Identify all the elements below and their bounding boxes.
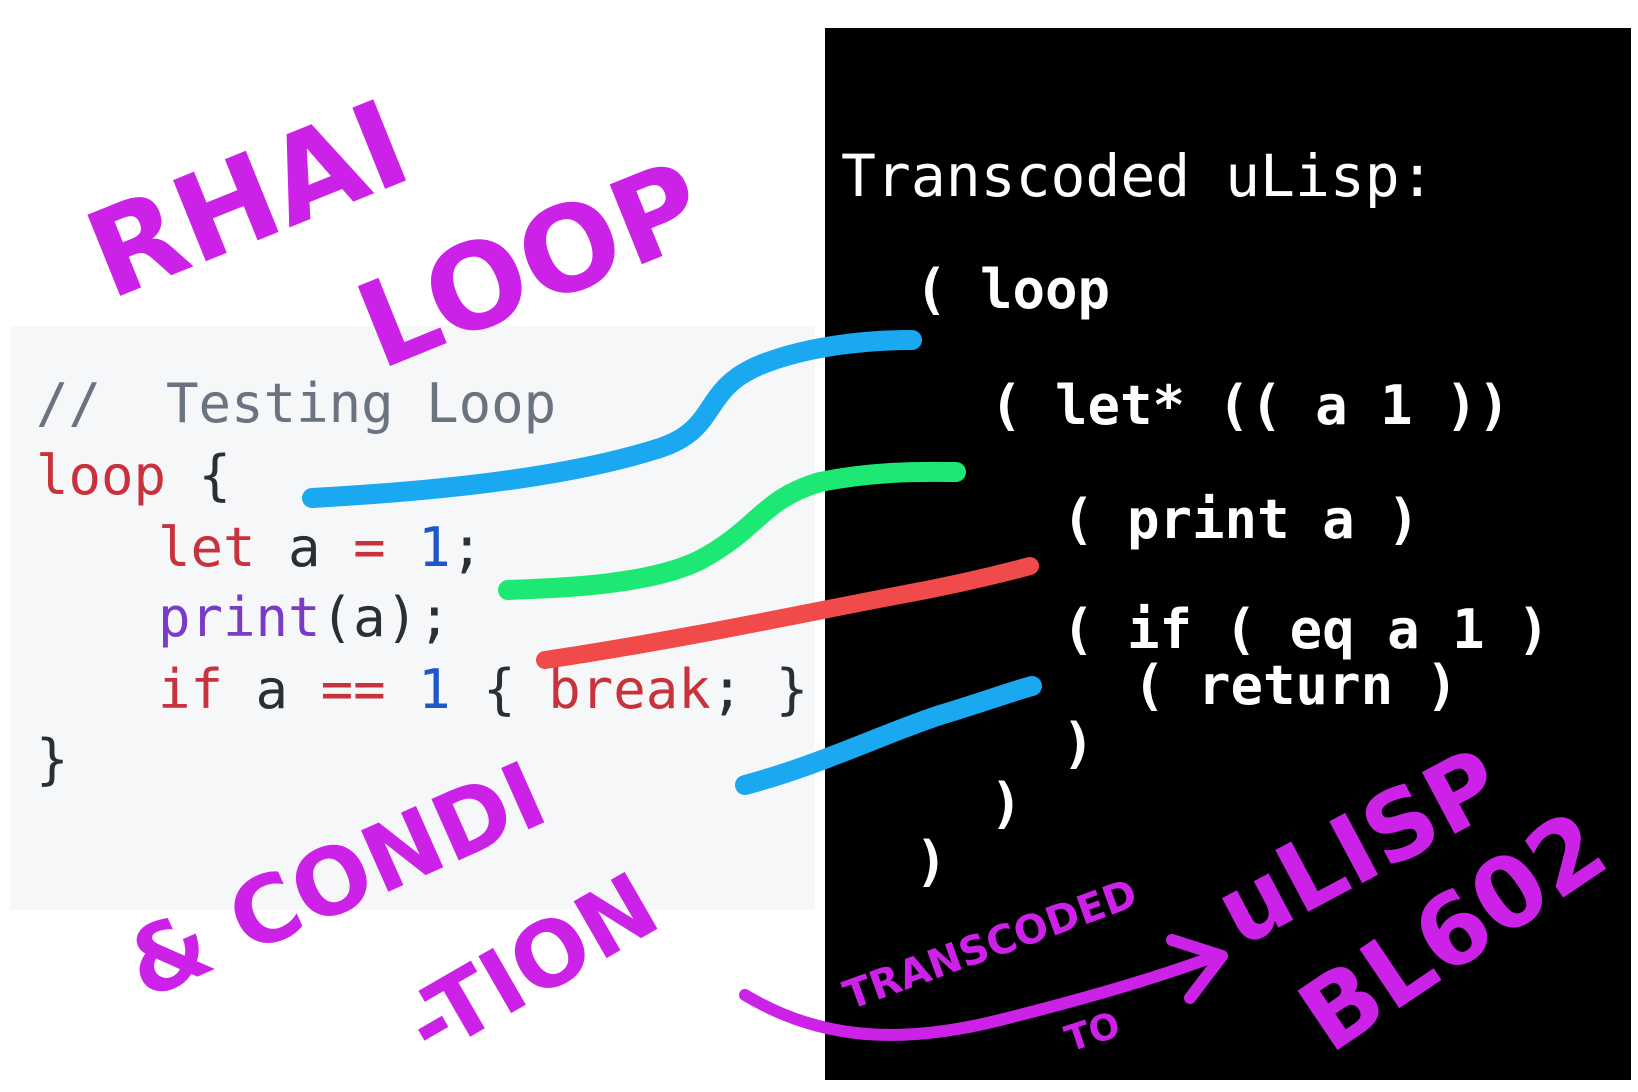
annotation-overlay: RHAI LOOP & CONDI -TION TRANSCODED TO uL… <box>69 74 1627 1079</box>
blue-connector-if <box>735 676 1042 795</box>
annotation-to: TO <box>1060 1005 1125 1061</box>
green-connector-let <box>498 461 966 600</box>
